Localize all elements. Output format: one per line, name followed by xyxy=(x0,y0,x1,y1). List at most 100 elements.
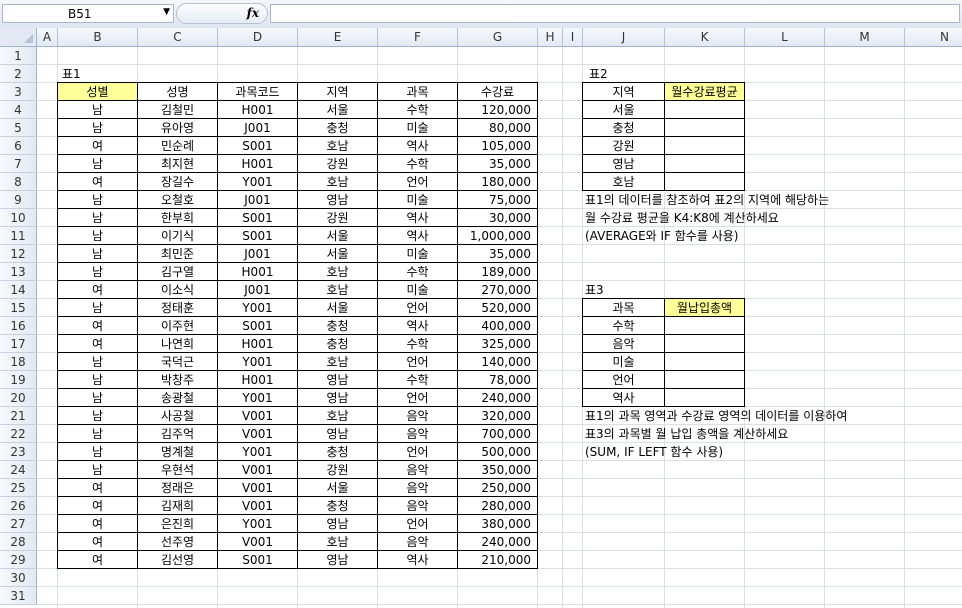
table1-cell[interactable]: 오철호 xyxy=(138,191,218,209)
table1-cell[interactable]: 남 xyxy=(58,155,138,173)
row-header-13[interactable]: 13 xyxy=(0,263,37,281)
table3-header[interactable]: 과목 xyxy=(583,299,665,317)
row-header-23[interactable]: 23 xyxy=(0,443,37,461)
table1-cell[interactable]: 충청 xyxy=(298,335,378,353)
row-header-6[interactable]: 6 xyxy=(0,137,37,155)
table1-cell[interactable]: 남 xyxy=(58,425,138,443)
table1-cell[interactable]: 남 xyxy=(58,389,138,407)
table1-cell[interactable]: 정태훈 xyxy=(138,299,218,317)
table1-cell[interactable]: 여 xyxy=(58,497,138,515)
table1-cell[interactable]: S001 xyxy=(218,317,298,335)
table2-header[interactable]: 월수강료평균 xyxy=(665,83,745,101)
table1-cell[interactable]: 325,000 xyxy=(458,335,538,353)
column-header-i[interactable]: I xyxy=(563,28,583,47)
table2-region[interactable]: 서울 xyxy=(583,101,665,119)
table1-cell[interactable]: 호남 xyxy=(298,533,378,551)
table1-cell[interactable]: 남 xyxy=(58,353,138,371)
table1-cell[interactable]: 35,000 xyxy=(458,245,538,263)
table1-cell[interactable]: 국덕근 xyxy=(138,353,218,371)
table1-cell[interactable]: 320,000 xyxy=(458,407,538,425)
table1-cell[interactable]: 남 xyxy=(58,371,138,389)
chevron-down-icon[interactable]: ▼ xyxy=(163,7,170,17)
table3-total-cell[interactable] xyxy=(665,371,745,389)
column-header-n[interactable]: N xyxy=(905,28,962,47)
table1-cell[interactable]: 140,000 xyxy=(458,353,538,371)
table1-cell[interactable]: Y001 xyxy=(218,299,298,317)
table1-cell[interactable]: 김선영 xyxy=(138,551,218,569)
row-header-15[interactable]: 15 xyxy=(0,299,37,317)
table1-cell[interactable]: H001 xyxy=(218,335,298,353)
table1-cell[interactable]: 380,000 xyxy=(458,515,538,533)
table1-cell[interactable]: 최민준 xyxy=(138,245,218,263)
table1-cell[interactable]: 수학 xyxy=(378,335,458,353)
row-header-18[interactable]: 18 xyxy=(0,353,37,371)
table1-cell[interactable]: 여 xyxy=(58,335,138,353)
table1-cell[interactable]: Y001 xyxy=(218,389,298,407)
table1-cell[interactable]: 사공철 xyxy=(138,407,218,425)
table2-avg-cell[interactable] xyxy=(665,173,745,191)
row-header-28[interactable]: 28 xyxy=(0,533,37,551)
table1-cell[interactable]: 음악 xyxy=(378,497,458,515)
column-header-m[interactable]: M xyxy=(825,28,905,47)
table1-cell[interactable]: 이소식 xyxy=(138,281,218,299)
table1-cell[interactable]: 언어 xyxy=(378,515,458,533)
table1-cell[interactable]: Y001 xyxy=(218,443,298,461)
table1-cell[interactable]: 언어 xyxy=(378,443,458,461)
column-header-j[interactable]: J xyxy=(583,28,665,47)
table1-cell[interactable]: 충청 xyxy=(298,497,378,515)
column-header-e[interactable]: E xyxy=(298,28,378,47)
column-header-b[interactable]: B xyxy=(58,28,138,47)
table2-avg-cell[interactable] xyxy=(665,119,745,137)
table1-cell[interactable]: 역사 xyxy=(378,209,458,227)
table1-cell[interactable]: 장길수 xyxy=(138,173,218,191)
table2-region[interactable]: 강원 xyxy=(583,137,665,155)
table3-total-cell[interactable] xyxy=(665,335,745,353)
table3-subject[interactable]: 언어 xyxy=(583,371,665,389)
table1-cell[interactable]: V001 xyxy=(218,461,298,479)
row-header-10[interactable]: 10 xyxy=(0,209,37,227)
table1-cell[interactable]: 강원 xyxy=(298,461,378,479)
table3-total-cell[interactable] xyxy=(665,389,745,407)
table2-avg-cell[interactable] xyxy=(665,155,745,173)
table1-cell[interactable]: 남 xyxy=(58,227,138,245)
table1-cell[interactable]: 역사 xyxy=(378,317,458,335)
row-header-2[interactable]: 2 xyxy=(0,65,37,83)
table1-cell[interactable]: 78,000 xyxy=(458,371,538,389)
table1-cell[interactable]: 75,000 xyxy=(458,191,538,209)
table1-cell[interactable]: 189,000 xyxy=(458,263,538,281)
table1-cell[interactable]: 강원 xyxy=(298,209,378,227)
row-header-17[interactable]: 17 xyxy=(0,335,37,353)
column-header-c[interactable]: C xyxy=(138,28,218,47)
table3-header[interactable]: 월납입총액 xyxy=(665,299,745,317)
table1-cell[interactable]: 여 xyxy=(58,515,138,533)
table1-cell[interactable]: 영남 xyxy=(298,551,378,569)
table1-cell[interactable]: 남 xyxy=(58,119,138,137)
table1-cell[interactable]: 서울 xyxy=(298,245,378,263)
table1-cell[interactable]: H001 xyxy=(218,101,298,119)
row-header-20[interactable]: 20 xyxy=(0,389,37,407)
table1-header[interactable]: 성별 xyxy=(58,83,138,101)
row-header-30[interactable]: 30 xyxy=(0,569,37,587)
table3-subject[interactable]: 미술 xyxy=(583,353,665,371)
table1-cell[interactable]: 서울 xyxy=(298,479,378,497)
table1-cell[interactable]: Y001 xyxy=(218,515,298,533)
table1-cell[interactable]: 수학 xyxy=(378,371,458,389)
table1-cell[interactable]: 미술 xyxy=(378,245,458,263)
table1-cell[interactable]: 270,000 xyxy=(458,281,538,299)
row-header-11[interactable]: 11 xyxy=(0,227,37,245)
table1-cell[interactable]: 김구열 xyxy=(138,263,218,281)
table1-cell[interactable]: 호남 xyxy=(298,281,378,299)
column-header-f[interactable]: F xyxy=(378,28,458,47)
table1-cell[interactable]: 210,000 xyxy=(458,551,538,569)
table1-cell[interactable]: Y001 xyxy=(218,173,298,191)
table1-cell[interactable]: 음악 xyxy=(378,407,458,425)
insert-function-button[interactable]: fx xyxy=(176,3,268,24)
row-header-3[interactable]: 3 xyxy=(0,83,37,101)
table1-cell[interactable]: 정래은 xyxy=(138,479,218,497)
table1-cell[interactable]: 나연희 xyxy=(138,335,218,353)
table1-cell[interactable]: 한부희 xyxy=(138,209,218,227)
table1-cell[interactable]: 영남 xyxy=(298,515,378,533)
table1-cell[interactable]: H001 xyxy=(218,155,298,173)
table1-cell[interactable]: 80,000 xyxy=(458,119,538,137)
table1-cell[interactable]: 명계철 xyxy=(138,443,218,461)
